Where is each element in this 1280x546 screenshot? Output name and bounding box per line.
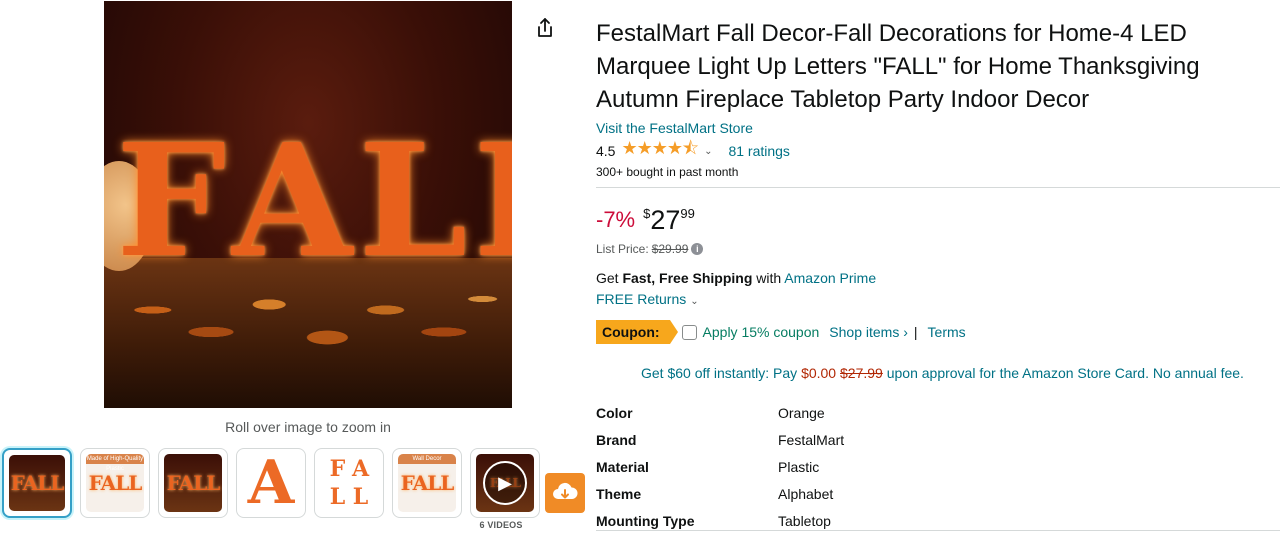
- thumbnail-6[interactable]: Wall Decor FALL: [392, 448, 462, 518]
- image-letter: L: [358, 109, 468, 292]
- spec-row: Theme Alphabet: [596, 484, 1280, 511]
- thumbnail-1[interactable]: FALL: [2, 448, 72, 518]
- free-returns-label[interactable]: FREE Returns: [596, 291, 686, 307]
- thumb-letter: L: [352, 484, 369, 510]
- list-price: List Price: $29.99 i: [596, 242, 1280, 256]
- main-product-image[interactable]: F A L L: [104, 1, 512, 408]
- ratings-count-link[interactable]: 81 ratings: [728, 143, 789, 159]
- separator: |: [913, 324, 918, 340]
- thumb-letter-grid: F A L L: [329, 456, 369, 510]
- prime-link[interactable]: Amazon Prime: [784, 270, 876, 286]
- product-title: FestalMart Fall Decor-Fall Decorations f…: [596, 20, 1200, 113]
- thumb-label: A: [247, 454, 295, 512]
- thumb-label: FALL: [166, 471, 221, 495]
- image-leaves: [114, 266, 502, 376]
- play-icon[interactable]: ▶: [483, 461, 527, 505]
- thumb-label: FALL: [88, 471, 143, 495]
- divider: [596, 530, 1280, 531]
- terms-link[interactable]: Terms: [928, 324, 966, 340]
- spec-row: Material Plastic: [596, 457, 1280, 484]
- product-specs: Color Orange Brand FestalMart Material P…: [596, 403, 1280, 538]
- thumbnail-strip: FALL Made of High-Quality Plastic FALL F…: [2, 448, 540, 518]
- store-link[interactable]: Visit the FestalMart Store: [596, 120, 753, 136]
- thumbnail-2[interactable]: Made of High-Quality Plastic FALL: [80, 448, 150, 518]
- zoom-hint: Roll over image to zoom in: [225, 419, 391, 435]
- card-offer-original: $27.99: [840, 365, 883, 381]
- spec-row: Color Orange: [596, 403, 1280, 430]
- spec-value: Alphabet: [778, 486, 834, 502]
- shipping-fast: Fast, Free Shipping: [622, 270, 753, 286]
- rating-value: 4.5: [596, 143, 616, 159]
- spec-value: Orange: [778, 405, 825, 421]
- card-offer-pay: $0.00: [801, 365, 837, 381]
- thumb-label: FALL: [400, 471, 455, 495]
- price-row: -7% $ 27 99: [596, 205, 1280, 237]
- shop-items-link[interactable]: Shop items ›: [829, 324, 908, 340]
- spec-label: Theme: [596, 486, 642, 502]
- image-fall-letters: F A L L: [116, 109, 512, 292]
- spec-row: Brand FestalMart: [596, 430, 1280, 457]
- apply-coupon-label[interactable]: Apply 15% coupon: [703, 324, 820, 340]
- card-offer-prefix: Get $60 off instantly: Pay: [641, 365, 798, 381]
- bought-count: 300+ bought in past month: [596, 165, 739, 179]
- image-letter: L: [473, 123, 512, 278]
- divider: [596, 187, 1280, 188]
- product-details: FestalMart Fall Decor-Fall Decorations f…: [596, 17, 1280, 538]
- shipping-get: Get: [596, 270, 619, 286]
- chevron-down-icon[interactable]: ⌄: [704, 146, 712, 157]
- spec-row: Mounting Type Tabletop: [596, 511, 1280, 538]
- thumb-letter: F: [329, 456, 346, 482]
- thumb-label: FALL: [10, 471, 65, 495]
- price-whole: 27: [650, 205, 681, 235]
- image-letter: F: [116, 109, 227, 292]
- spec-label: Mounting Type: [596, 513, 695, 529]
- thumbnail-video[interactable]: FALL ▶: [470, 448, 540, 518]
- coupon-badge: Coupon:: [596, 320, 678, 344]
- thumb-letter: A: [352, 456, 370, 482]
- list-price-label: List Price:: [596, 242, 649, 256]
- spec-label: Material: [596, 459, 649, 475]
- videos-count[interactable]: 6 VIDEOS: [466, 520, 536, 530]
- thumbnail-3[interactable]: FALL: [158, 448, 228, 518]
- list-price-value: $29.99: [651, 242, 689, 256]
- thumb-letter: L: [329, 484, 346, 510]
- star-rating-icon[interactable]: ★★★★⯪: [621, 136, 699, 166]
- cloud-download-icon[interactable]: [545, 473, 585, 513]
- info-icon[interactable]: i: [691, 243, 704, 255]
- spec-label: Color: [596, 405, 633, 421]
- store-card-offer[interactable]: Get $60 off instantly: Pay $0.00 $27.99 …: [596, 363, 1280, 383]
- price-fraction: 99: [680, 206, 695, 221]
- coupon-checkbox[interactable]: [681, 324, 697, 340]
- price-currency: $: [643, 206, 651, 221]
- thumbnail-4[interactable]: A: [236, 448, 306, 518]
- thumbnail-5[interactable]: F A L L: [314, 448, 384, 518]
- chevron-down-icon[interactable]: ⌄: [690, 296, 698, 307]
- spec-value: Plastic: [778, 459, 820, 475]
- thumb-banner: Wall Decor: [398, 454, 456, 464]
- spec-value: FestalMart: [778, 432, 845, 448]
- coupon-row: Coupon: Apply 15% coupon Shop items › | …: [596, 320, 1280, 344]
- free-returns[interactable]: FREE Returns ⌄: [596, 289, 1280, 312]
- thumb-banner: Made of High-Quality Plastic: [86, 454, 144, 472]
- spec-label: Brand: [596, 432, 637, 448]
- discount-percent: -7%: [596, 207, 636, 232]
- rating-row: 4.5 ★★★★⯪ ⌄ 81 ratings: [596, 138, 1280, 161]
- card-offer-suffix: upon approval for the Amazon Store Card.…: [886, 365, 1244, 381]
- share-icon[interactable]: [533, 16, 557, 40]
- shipping-info: Get Fast, Free Shipping with Amazon Prim…: [596, 268, 1280, 288]
- spec-value: Tabletop: [778, 513, 831, 529]
- image-letter: A: [232, 109, 353, 292]
- shipping-with: with: [756, 270, 782, 286]
